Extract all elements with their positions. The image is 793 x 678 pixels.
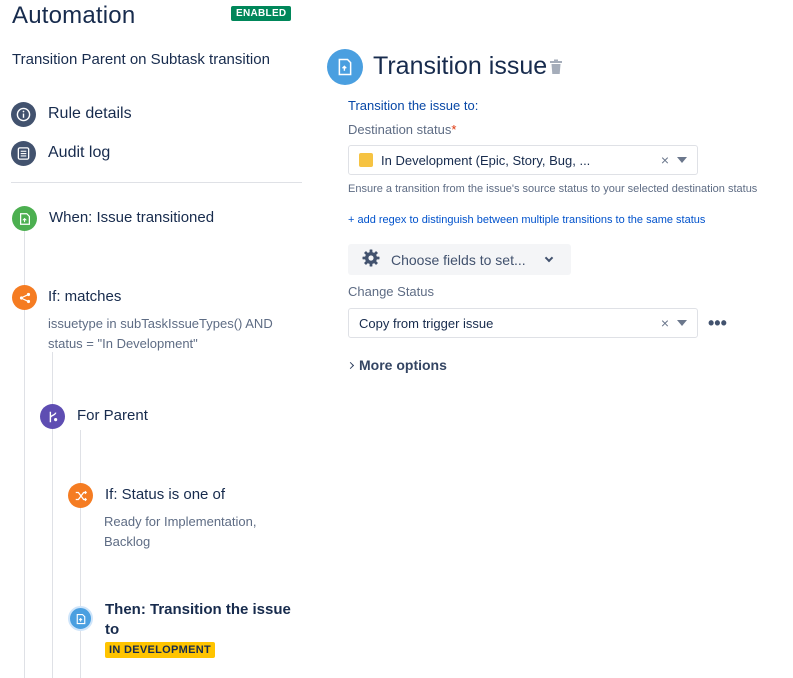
- sidebar-divider: [11, 182, 302, 183]
- transition-trigger-icon: [12, 206, 37, 231]
- transition-label: Transition the issue to:: [348, 98, 479, 113]
- helper-text: Ensure a transition from the issue's sou…: [348, 183, 758, 195]
- more-options-toggle[interactable]: More options: [346, 357, 447, 373]
- rule-name: Transition Parent on Subtask transition: [12, 51, 270, 68]
- branch-icon: [40, 404, 65, 429]
- info-icon: [11, 101, 36, 127]
- trigger-title: When: Issue transitioned: [49, 209, 215, 226]
- transition-issue-icon: [327, 49, 363, 85]
- clear-icon[interactable]: ×: [661, 152, 669, 168]
- more-actions-button[interactable]: •••: [708, 313, 727, 334]
- chevron-right-icon: [346, 361, 355, 369]
- timeline-line-branch: [52, 352, 53, 678]
- clear-icon[interactable]: ×: [661, 315, 669, 331]
- status-badge: ENABLED: [231, 6, 292, 21]
- change-status-select[interactable]: Copy from trigger issue ×: [348, 308, 698, 338]
- action-title-line2: to: [105, 621, 120, 638]
- chevron-down-icon[interactable]: [677, 157, 687, 163]
- status-color-swatch: [359, 153, 373, 167]
- destination-label: Destination status*: [348, 122, 457, 137]
- panel-title: Transition issue: [373, 52, 548, 80]
- transition-action-icon: [68, 606, 93, 631]
- choose-fields-button[interactable]: Choose fields to set...: [348, 244, 571, 275]
- rule-details-link[interactable]: Rule details: [11, 101, 132, 127]
- status-condition-title: If: Status is one of: [105, 486, 226, 503]
- destination-status-select[interactable]: In Development (Epic, Story, Bug, ... ×: [348, 145, 698, 175]
- branch-condition-icon: [12, 285, 37, 310]
- audit-log-label: Audit log: [48, 144, 111, 161]
- timeline-line-nested: [80, 430, 81, 678]
- list-icon: [11, 140, 36, 166]
- audit-log-link[interactable]: Audit log: [11, 140, 111, 166]
- chevron-down-icon[interactable]: [677, 320, 687, 326]
- choose-fields-label: Choose fields to set...: [391, 251, 526, 268]
- status-condition-detail: Ready for Implementation, Backlog: [104, 514, 257, 549]
- status-lozenge: IN DEVELOPMENT: [105, 642, 215, 658]
- trigger-node[interactable]: When: Issue transitioned: [12, 206, 215, 231]
- destination-status-value: In Development (Epic, Story, Bug, ...: [381, 152, 591, 168]
- add-regex-link[interactable]: + add regex to distinguish between multi…: [348, 214, 705, 226]
- trash-icon[interactable]: [549, 59, 563, 80]
- condition-title: If: matches: [48, 288, 122, 305]
- branch-title: For Parent: [77, 407, 148, 424]
- chevron-down-icon: [544, 253, 553, 262]
- change-status-value: Copy from trigger issue: [359, 315, 494, 331]
- action-text: Then: Transition the issue to IN DEVELOP…: [105, 600, 305, 658]
- rule-details-label: Rule details: [48, 105, 132, 122]
- more-options-label: More options: [359, 357, 447, 373]
- action-title-line1: Then: Transition the issue: [105, 601, 291, 618]
- shuffle-icon: [68, 483, 93, 508]
- page-title: Automation: [12, 2, 136, 29]
- branch-node[interactable]: For Parent: [40, 404, 148, 429]
- condition-detail: issuetype in subTaskIssueTypes() AND sta…: [48, 316, 273, 351]
- status-condition-node[interactable]: If: Status is one of: [68, 483, 226, 508]
- change-status-label: Change Status: [348, 284, 435, 299]
- condition-node[interactable]: If: matches: [12, 285, 122, 310]
- gear-icon: [361, 248, 381, 271]
